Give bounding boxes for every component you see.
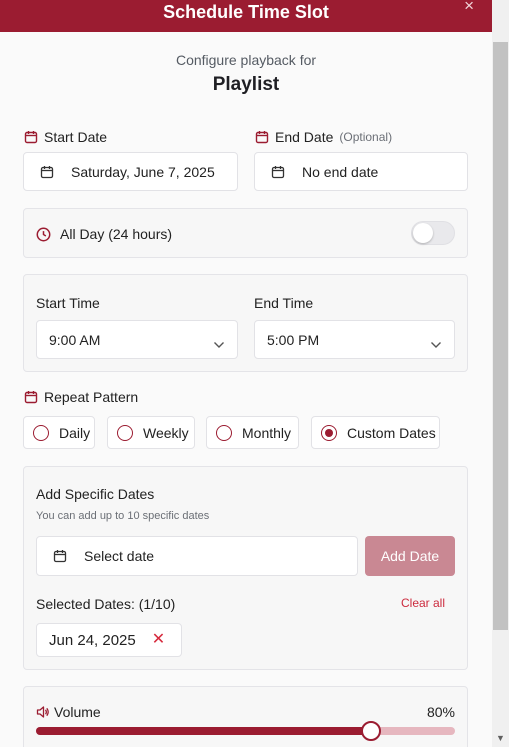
repeat-option-monthly[interactable]: Monthly [206,416,299,449]
selected-dates-label: Selected Dates: (1/10) [36,596,176,612]
volume-text: Volume [54,704,101,720]
end-date-label-text: End Date [275,129,334,145]
start-date-picker[interactable]: Saturday, June 7, 2025 [23,152,238,191]
calendar-icon [255,130,269,144]
calendar-icon [24,390,38,404]
configure-subtitle: Configure playback for [175,52,317,68]
clear-all-link[interactable]: Clear all [401,596,445,610]
end-time-select[interactable]: 5:00 PM [254,320,455,359]
clock-icon [36,227,51,242]
repeat-option-custom-dates[interactable]: Custom Dates [311,416,440,449]
all-day-toggle[interactable] [411,221,455,245]
repeat-option-daily[interactable]: Daily [23,416,95,449]
volume-value: 80% [426,704,455,720]
specific-dates-card: Add Specific Dates You can add up to 10 … [23,466,468,670]
calendar-icon [40,165,54,179]
playlist-name: Playlist [212,74,280,95]
start-time-select[interactable]: 9:00 AM [36,320,238,359]
end-time-value: 5:00 PM [267,331,320,348]
repeat-option-label: Daily [59,424,91,441]
scrollbar-thumb[interactable] [493,42,508,630]
end-date-value: No end date [302,163,379,180]
volume-slider-fill [36,727,372,735]
add-date-button[interactable]: Add Date [365,536,455,576]
chevron-down-icon [430,336,442,348]
end-date-label: End Date (Optional) [255,129,392,145]
specific-date-picker[interactable]: Select date [36,536,358,576]
calendar-icon [271,165,285,179]
specific-date-placeholder: Select date [84,548,155,564]
radio-circle [33,424,49,441]
volume-slider-thumb[interactable] [361,721,382,741]
time-card: Start Time End Time 9:00 AM 5:00 PM [23,274,468,372]
repeat-option-weekly[interactable]: Weekly [107,416,195,449]
radio-circle [216,424,232,441]
volume-label: Volume [36,704,101,720]
volume-slider[interactable] [36,721,455,741]
repeat-option-label: Custom Dates [347,424,436,441]
specific-dates-hint: You can add up to 10 specific dates [36,510,210,522]
selected-date-chip: Jun 24, 2025 ✕ [36,623,182,657]
radio-circle-selected [321,424,337,441]
calendar-icon [53,549,67,563]
start-date-value: Saturday, June 7, 2025 [71,163,215,180]
remove-date-icon[interactable]: ✕ [152,632,165,648]
specific-dates-title: Add Specific Dates [36,486,155,502]
speaker-icon [36,705,50,719]
start-date-label: Start Date [24,129,107,145]
chevron-down-icon [213,336,225,348]
repeat-pattern-label: Repeat Pattern [24,389,138,405]
start-time-label: Start Time [36,295,100,311]
all-day-text: All Day (24 hours) [60,226,173,242]
all-day-card: All Day (24 hours) [23,208,468,258]
dialog-title: Schedule Time Slot [163,2,329,22]
close-icon[interactable]: × [464,0,474,16]
calendar-icon [24,130,38,144]
radio-circle [117,424,133,441]
scroll-down-arrow-icon[interactable]: ▼ [496,734,505,743]
dialog-body: Configure playback for Playlist Start Da… [0,32,492,747]
end-date-picker[interactable]: No end date [254,152,468,191]
volume-card: Volume 80% [23,686,468,747]
scrollbar[interactable]: ▼ [492,32,509,747]
dialog-header: Schedule Time Slot × [0,0,492,32]
optional-hint: (Optional) [339,130,393,144]
end-time-label: End Time [254,295,314,311]
repeat-option-label: Weekly [143,424,189,441]
repeat-option-label: Monthly [242,424,292,441]
start-time-value: 9:00 AM [49,331,101,348]
selected-date-text: Jun 24, 2025 [49,631,136,649]
start-date-label-text: Start Date [44,129,108,145]
all-day-label: All Day (24 hours) [36,226,172,242]
repeat-pattern-text: Repeat Pattern [44,389,139,405]
toggle-knob [413,223,433,243]
